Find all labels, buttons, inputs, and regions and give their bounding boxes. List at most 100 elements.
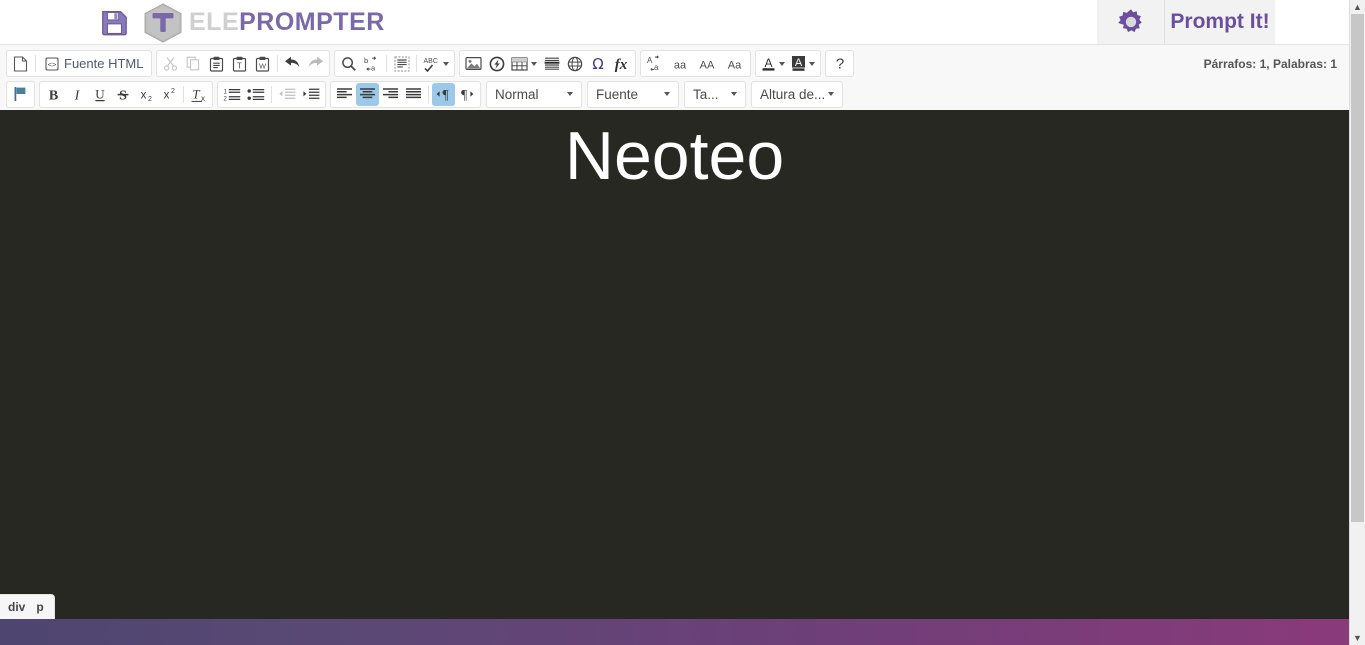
svg-text:ABC: ABC: [424, 58, 438, 65]
paragraph-format-dropdown[interactable]: Normal: [486, 80, 582, 108]
svg-text:S: S: [119, 88, 127, 103]
bold-button[interactable]: B: [42, 83, 65, 106]
insert-flash-button[interactable]: [485, 52, 508, 75]
font-size-dropdown[interactable]: Ta...: [684, 80, 746, 108]
insert-table-button[interactable]: [508, 52, 540, 75]
align-left-button[interactable]: [333, 83, 356, 106]
toolbar-separator: [416, 55, 418, 72]
replace-button[interactable]: ba: [360, 52, 383, 75]
html-source-button[interactable]: <> Fuente HTML: [39, 52, 149, 75]
svg-text:fx: fx: [615, 57, 628, 72]
chevron-down-icon: [828, 92, 835, 96]
change-case-button[interactable]: Aa: [643, 52, 667, 75]
toolbar-group-flag: [6, 80, 35, 108]
help-button[interactable]: ?: [828, 52, 851, 75]
underline-button[interactable]: U: [88, 83, 111, 106]
text-color-button[interactable]: A: [758, 52, 788, 75]
paste-as-plain-text-button[interactable]: T: [228, 52, 251, 75]
page-footer-bar: [0, 619, 1349, 645]
chevron-up-icon[interactable]: ▲: [1350, 0, 1365, 14]
svg-text:x: x: [140, 89, 146, 101]
html-source-label: Fuente HTML: [64, 56, 144, 71]
teleprompter-hex-t-logo: [141, 2, 185, 43]
bulleted-list-button[interactable]: [244, 83, 268, 106]
numbered-list-button[interactable]: 12: [220, 83, 244, 106]
toolbar-group-colors: A A: [755, 50, 822, 77]
background-color-button[interactable]: A: [788, 52, 818, 75]
capitalize-button[interactable]: Aa: [721, 52, 748, 75]
document-text[interactable]: Neoteo: [0, 110, 1349, 195]
svg-text:T: T: [238, 61, 243, 70]
align-justify-button[interactable]: [402, 83, 425, 106]
paste-from-word-button[interactable]: W: [251, 52, 274, 75]
outdent-button[interactable]: [275, 83, 299, 106]
floppy-disk-save-icon: [99, 7, 129, 37]
subscript-button[interactable]: x2: [134, 83, 157, 106]
toolbar-group-insert: Ω fx: [459, 50, 637, 77]
editor-content-area[interactable]: Neoteo div p: [0, 110, 1349, 619]
chevron-down-icon[interactable]: ▼: [1350, 631, 1365, 645]
font-size-value: Ta...: [693, 86, 719, 102]
copy-button[interactable]: [182, 52, 205, 75]
redo-button[interactable]: [304, 52, 327, 75]
eleprompter-app-window: ELEPROMPTER Prompt It! <> Fuente HTML T …: [0, 0, 1365, 645]
spellcheck-button[interactable]: ABC: [420, 52, 452, 75]
language-flag-button[interactable]: [9, 83, 32, 106]
line-height-dropdown[interactable]: Altura de...: [751, 80, 843, 108]
horizontal-rule-button[interactable]: [540, 52, 563, 75]
brand-logo[interactable]: ELEPROMPTER: [141, 2, 385, 43]
align-right-button[interactable]: [379, 83, 402, 106]
elements-path-bar: div p: [0, 594, 55, 619]
toolbar-separator: [428, 85, 429, 103]
undo-button[interactable]: [281, 52, 304, 75]
svg-text:A: A: [765, 56, 773, 70]
chevron-down-icon: [779, 61, 786, 66]
text-direction-ltr-button[interactable]: ¶: [432, 82, 455, 106]
svg-text:Aa: Aa: [728, 59, 742, 71]
word-count-status: Párrafos: 1, Palabras: 1: [1203, 56, 1337, 71]
save-button[interactable]: [97, 5, 131, 39]
indent-button[interactable]: [299, 83, 323, 106]
svg-text:U: U: [95, 86, 105, 101]
select-all-button[interactable]: [390, 52, 413, 75]
insert-image-button[interactable]: [462, 52, 485, 75]
toolbar-group-lists: 12: [217, 80, 326, 108]
elements-path-div[interactable]: div: [8, 600, 25, 614]
svg-text:a: a: [371, 63, 376, 72]
elements-path-p[interactable]: p: [36, 600, 43, 614]
new-page-button[interactable]: [9, 52, 32, 75]
cut-button[interactable]: [159, 52, 182, 75]
special-character-button[interactable]: Ω: [586, 52, 609, 75]
paragraph-format-value: Normal: [495, 86, 539, 102]
chevron-down-icon: [531, 61, 538, 66]
brand-text-prompter: PROMPTER: [239, 7, 385, 36]
toolbar-separator: [35, 55, 36, 72]
svg-text:¶: ¶: [461, 87, 467, 102]
app-header: ELEPROMPTER Prompt It!: [0, 0, 1349, 44]
chevron-down-icon: [443, 61, 450, 66]
superscript-button[interactable]: x2: [157, 83, 180, 106]
ckeditor-instance: <> Fuente HTML T W b a ABC Ω fx A a aa A…: [0, 44, 1349, 619]
editor-toolbar: <> Fuente HTML T W b a ABC Ω fx A a aa A…: [0, 45, 1349, 110]
svg-text:?: ?: [836, 56, 844, 73]
remove-format-button[interactable]: Tx: [187, 83, 210, 106]
browser-scrollbar[interactable]: ▲ ▼: [1349, 0, 1365, 645]
settings-button[interactable]: [1097, 0, 1165, 44]
text-direction-rtl-button[interactable]: ¶: [455, 83, 478, 106]
prompt-it-button[interactable]: Prompt It!: [1165, 0, 1275, 44]
svg-text:b: b: [364, 56, 368, 65]
uppercase-button[interactable]: AA: [693, 52, 721, 75]
scrollbar-thumb[interactable]: [1351, 14, 1364, 522]
find-button[interactable]: [337, 52, 360, 75]
toolbar-group-basicstyles: B I U S x2 x2 T x: [39, 80, 213, 108]
toolbar-separator: [271, 85, 272, 103]
align-center-button[interactable]: [356, 82, 379, 106]
math-formula-button[interactable]: fx: [609, 52, 633, 75]
insert-iframe-button[interactable]: [563, 52, 586, 75]
italic-button[interactable]: I: [65, 83, 88, 106]
svg-text:<>: <>: [48, 60, 57, 69]
strikethrough-button[interactable]: S: [111, 83, 134, 106]
lowercase-button[interactable]: aa: [667, 52, 693, 75]
font-family-dropdown[interactable]: Fuente: [587, 80, 679, 108]
paste-button[interactable]: [205, 52, 228, 75]
